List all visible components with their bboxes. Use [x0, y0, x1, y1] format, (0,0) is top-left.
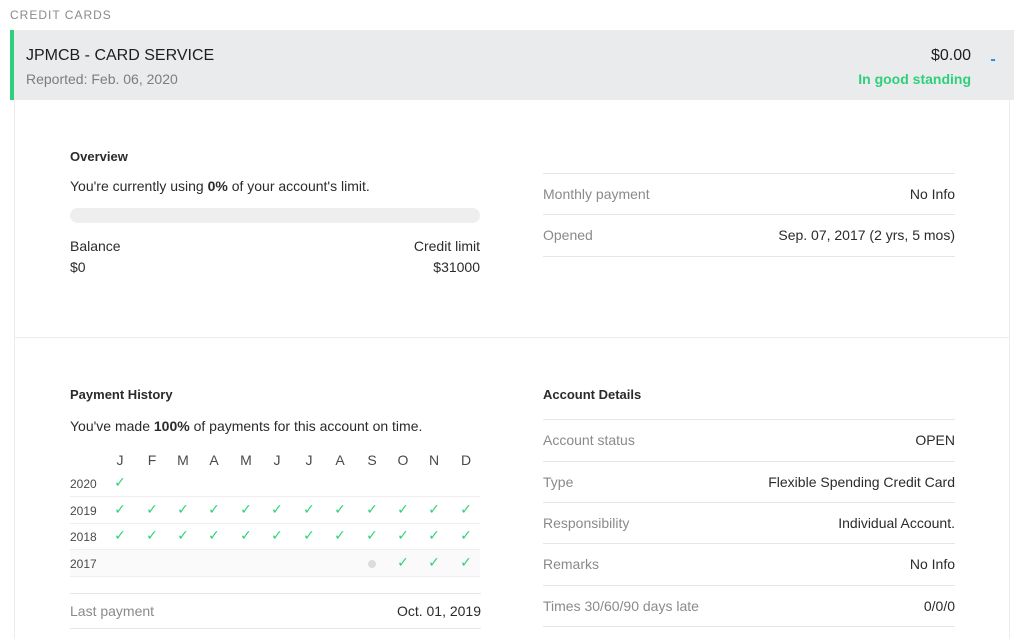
history-row: 2020 ✓	[70, 470, 480, 497]
opened-row: Opened Sep. 07, 2017 (2 yrs, 5 mos)	[543, 214, 955, 256]
history-row: 2017 ✓ ✓ ✓	[70, 550, 480, 577]
responsibility-row: Responsibility Individual Account.	[543, 502, 955, 544]
late-payments-row: Times 30/60/90 days late 0/0/0	[543, 585, 955, 627]
check-icon: ✓	[177, 501, 189, 517]
type-row: Type Flexible Spending Credit Card	[543, 461, 955, 503]
check-icon: ✓	[397, 527, 409, 543]
month-header: M	[177, 452, 189, 468]
card-reported-date: Reported: Feb. 06, 2020	[26, 71, 178, 87]
history-year: 2019	[70, 504, 97, 518]
check-icon: ✓	[208, 527, 220, 543]
check-icon: ✓	[428, 501, 440, 517]
check-icon: ✓	[460, 554, 472, 570]
month-header: J	[273, 452, 281, 468]
month-header: J	[305, 452, 313, 468]
check-icon: ✓	[114, 527, 126, 543]
usage-progress-bar	[70, 208, 480, 223]
history-row: 2019 ✓ ✓ ✓ ✓ ✓ ✓ ✓ ✓ ✓ ✓ ✓ ✓	[70, 497, 480, 524]
usage-suffix: of your account's limit.	[227, 178, 370, 194]
history-year: 2020	[70, 477, 97, 491]
month-header: M	[240, 452, 252, 468]
month-header: D	[460, 452, 472, 468]
monthly-payment-label: Monthly payment	[543, 186, 650, 202]
section-label: CREDIT CARDS	[10, 8, 112, 22]
check-icon: ✓	[177, 527, 189, 543]
check-icon: ✓	[146, 527, 158, 543]
card-status-badge: In good standing	[858, 71, 971, 87]
check-icon: ✓	[460, 501, 472, 517]
history-year: 2017	[70, 557, 97, 571]
history-year: 2018	[70, 530, 97, 544]
month-header: A	[335, 452, 345, 468]
check-icon: ✓	[240, 501, 252, 517]
late-payments-label: Times 30/60/90 days late	[543, 598, 699, 614]
check-icon: ✓	[366, 501, 378, 517]
collapse-toggle-icon[interactable]: -	[988, 52, 998, 68]
last-payment-label: Last payment	[70, 603, 155, 619]
check-icon: ✓	[114, 501, 126, 517]
credit-limit-label: Credit limit	[413, 238, 480, 254]
check-icon: ✓	[271, 527, 283, 543]
account-status-value: OPEN	[915, 432, 955, 448]
credit-limit-value: $31000	[433, 259, 480, 275]
month-header: O	[397, 452, 409, 468]
remarks-row: Remarks No Info	[543, 543, 955, 585]
check-icon: ✓	[428, 554, 440, 570]
check-icon: ✓	[334, 501, 346, 517]
check-icon: ✓	[208, 501, 220, 517]
check-icon: ✓	[303, 501, 315, 517]
card-header[interactable]: JPMCB - CARD SERVICE Reported: Feb. 06, …	[10, 30, 1014, 100]
type-label: Type	[543, 474, 574, 490]
summary-divider	[543, 256, 955, 257]
last-payment-row: Last payment Oct. 01, 2019	[70, 593, 481, 629]
check-icon: ✓	[460, 527, 472, 543]
account-status-row: Account status OPEN	[543, 419, 955, 461]
check-icon: ✓	[397, 554, 409, 570]
no-data-dot-icon	[368, 560, 376, 568]
on-time-text: You've made 100% of payments for this ac…	[70, 418, 422, 434]
on-time-prefix: You've made	[70, 418, 154, 434]
check-icon: ✓	[240, 527, 252, 543]
monthly-payment-value: No Info	[909, 186, 955, 202]
remarks-value: No Info	[909, 556, 955, 572]
payment-history-title: Payment History	[70, 387, 173, 402]
on-time-suffix: of payments for this account on time.	[189, 418, 423, 434]
month-header: A	[209, 452, 219, 468]
card-title: JPMCB - CARD SERVICE	[26, 47, 215, 64]
check-icon: ✓	[366, 527, 378, 543]
check-icon: ✓	[397, 501, 409, 517]
usage-prefix: You're currently using	[70, 178, 208, 194]
overview-title: Overview	[70, 149, 128, 164]
check-icon: ✓	[146, 501, 158, 517]
opened-value: Sep. 07, 2017 (2 yrs, 5 mos)	[778, 227, 955, 243]
usage-text: You're currently using 0% of your accoun…	[70, 178, 370, 194]
check-icon: ✓	[334, 527, 346, 543]
check-icon: ✓	[428, 527, 440, 543]
panel-divider	[14, 337, 1010, 338]
usage-value: 0%	[207, 178, 228, 194]
type-value: Flexible Spending Credit Card	[768, 474, 955, 490]
remarks-label: Remarks	[543, 556, 600, 572]
monthly-payment-row: Monthly payment No Info	[543, 173, 955, 215]
history-row: 2018 ✓ ✓ ✓ ✓ ✓ ✓ ✓ ✓ ✓ ✓ ✓ ✓	[70, 523, 480, 550]
on-time-value: 100%	[153, 418, 190, 434]
responsibility-label: Responsibility	[543, 515, 630, 531]
check-icon: ✓	[303, 527, 315, 543]
month-header: F	[147, 452, 157, 468]
balance-value: $0	[70, 259, 86, 275]
check-icon: ✓	[114, 474, 126, 490]
balance-label: Balance	[70, 238, 121, 254]
responsibility-value: Individual Account.	[838, 515, 955, 531]
card-balance-amount: $0.00	[930, 47, 971, 64]
month-header: S	[367, 452, 377, 468]
month-header: N	[428, 452, 440, 468]
month-header: J	[116, 452, 124, 468]
account-details-title: Account Details	[543, 387, 642, 402]
details-divider	[543, 626, 955, 627]
account-status-label: Account status	[543, 432, 635, 448]
check-icon: ✓	[271, 501, 283, 517]
last-payment-value: Oct. 01, 2019	[396, 603, 481, 619]
late-payments-value: 0/0/0	[923, 598, 955, 614]
opened-label: Opened	[543, 227, 593, 243]
